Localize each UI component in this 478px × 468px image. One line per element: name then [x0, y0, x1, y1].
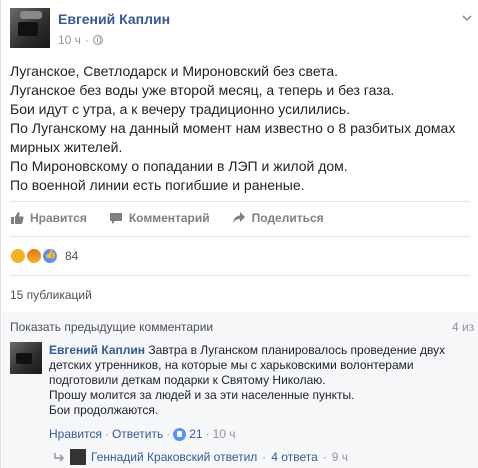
- post-time[interactable]: 10 ч: [58, 33, 81, 47]
- post-line: Луганское, Светлодарск и Мироновский без…: [10, 63, 339, 79]
- like-label: Нравится: [30, 211, 87, 225]
- like-badge-icon: [173, 427, 187, 441]
- comment-actions: Нравится · Ответить · 21 · 10 ч: [49, 427, 236, 441]
- comment-author[interactable]: Евгений Каплин: [49, 343, 145, 357]
- comment-like-link[interactable]: Нравится: [49, 427, 102, 441]
- reply-count[interactable]: 4 ответа: [271, 450, 317, 464]
- comment-text: Бои продолжаются.: [49, 403, 159, 417]
- divider: [10, 275, 470, 276]
- divider: [10, 236, 470, 237]
- post-body: Луганское, Светлодарск и Мироновский без…: [10, 62, 475, 195]
- comment-icon: [109, 213, 122, 224]
- comment-text: Прошу молится за людей и за эти населенн…: [49, 388, 355, 402]
- thumbs-up-icon: [11, 212, 24, 224]
- dot-separator: ·: [104, 427, 109, 441]
- comment-first-line: Евгений Каплин Завтра в Луганском планир…: [49, 343, 474, 388]
- comment-body: Евгений Каплин Завтра в Луганском планир…: [49, 343, 474, 418]
- like-reaction-icon: [42, 248, 58, 264]
- comment-time[interactable]: 10 ч: [213, 427, 236, 441]
- show-previous-comments[interactable]: Показать предыдущие комментарии: [10, 320, 213, 334]
- dot-separator: ·: [166, 427, 171, 441]
- like-button[interactable]: Нравится: [10, 211, 87, 225]
- reply-thread[interactable]: Геннадий Краковский ответил · 4 ответа ·…: [53, 449, 348, 465]
- reply-time: 9 ч: [331, 450, 349, 464]
- share-button[interactable]: Поделиться: [232, 211, 324, 225]
- post-line: По Мироновскому о попадании в ЛЭП и жило…: [10, 158, 348, 174]
- globe-icon[interactable]: [92, 35, 103, 45]
- dot-separator: ·: [205, 427, 210, 441]
- shares-count[interactable]: 15 публикаций: [10, 288, 92, 302]
- reply-arrow-icon: [54, 453, 64, 462]
- comment-avatar[interactable]: [10, 342, 42, 374]
- dot-separator: ·: [262, 450, 267, 464]
- post-line: По военной линии есть погибшие и раненые…: [10, 177, 305, 193]
- comment-reply-link[interactable]: Ответить: [112, 427, 163, 441]
- dot-separator: ·: [322, 450, 327, 464]
- author-avatar[interactable]: [10, 8, 50, 48]
- comment-label: Комментарий: [128, 211, 210, 225]
- author-name[interactable]: Евгений Каплин: [58, 11, 170, 27]
- angry-reaction-icon: [26, 248, 42, 264]
- comment-button[interactable]: Комментарий: [109, 211, 210, 225]
- post-card: Евгений Каплин 10 ч · Луганское, Светлод…: [0, 0, 478, 468]
- comment-likes-count[interactable]: 21: [189, 427, 202, 441]
- reactions-summary[interactable]: 84: [10, 248, 78, 264]
- divider: [10, 201, 470, 202]
- reactions-count[interactable]: 84: [65, 249, 78, 263]
- comments-count-of: 4 из 1: [452, 320, 478, 334]
- post-line: По Луганскому на данный момент нам извес…: [10, 120, 456, 155]
- meta-separator: ·: [84, 33, 89, 47]
- chevron-down-icon[interactable]: [462, 13, 472, 23]
- post-actions: Нравится Комментарий Поделиться: [10, 211, 346, 225]
- share-icon: [232, 212, 245, 223]
- post-meta: 10 ч ·: [58, 33, 103, 47]
- reply-text[interactable]: Геннадий Краковский ответил: [91, 450, 257, 464]
- post-line: Луганское без воды уже второй месяц, а т…: [10, 82, 395, 98]
- share-label: Поделиться: [251, 211, 324, 225]
- post-line: Бои идут с утра, а к вечеру традиционно …: [10, 101, 351, 117]
- reply-avatar[interactable]: [70, 449, 86, 465]
- sad-reaction-icon: [10, 248, 26, 264]
